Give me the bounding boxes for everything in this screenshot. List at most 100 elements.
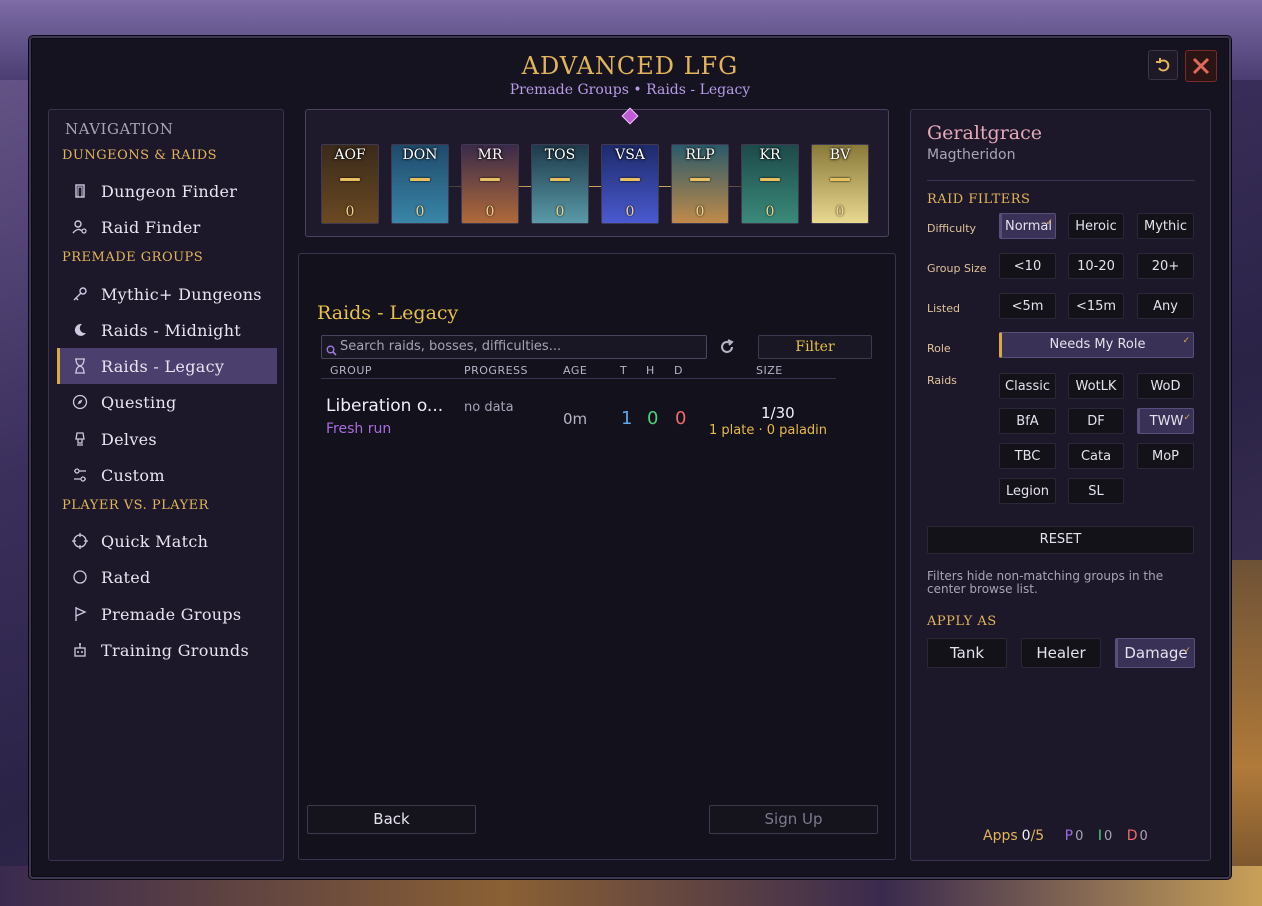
raid-tile-count: 0 [485, 204, 495, 220]
window-subtitle: Premade Groups • Raids - Legacy [509, 82, 751, 98]
nav-item-raid-finder[interactable]: Raid Finder [57, 209, 277, 245]
column-header-age: AGE [563, 364, 588, 377]
group-size-option-lt10[interactable]: <10 [999, 253, 1056, 279]
table-row[interactable]: Liberation o... Fresh run no data 0m 1 0… [321, 390, 841, 446]
group-size-label: Group Size [927, 262, 987, 275]
nav-item-label: Delves [101, 429, 157, 449]
raid-option-tbc[interactable]: TBC [999, 443, 1056, 469]
apply-as-tank-button[interactable]: Tank [927, 638, 1007, 668]
refresh-button[interactable] [717, 337, 737, 357]
nav-item-raids-legacy[interactable]: Raids - Legacy [57, 348, 277, 384]
nav-item-label: Rated [101, 567, 151, 587]
raid-tile-count: 0 [765, 204, 775, 220]
difficulty-option-heroic[interactable]: Heroic [1068, 213, 1124, 239]
sign-up-button[interactable]: Sign Up [709, 805, 878, 834]
nav-section-pvp: PLAYER VS. PLAYER [62, 498, 209, 513]
raid-tile-abbr: TOS [544, 147, 576, 163]
raid-option-sl[interactable]: SL [1068, 478, 1124, 504]
listed-option-lt5m[interactable]: <5m [999, 293, 1056, 319]
gem-ornament-icon [621, 107, 639, 125]
raid-tile[interactable]: VSA 0 [601, 144, 659, 224]
raid-tile-count: 0 [345, 204, 355, 220]
nav-heading: NAVIGATION [65, 120, 174, 138]
raid-option-df[interactable]: DF [1068, 408, 1124, 434]
apply-as-healer-button[interactable]: Healer [1021, 638, 1101, 668]
apps-i-label: I [1097, 828, 1102, 844]
raid-option-tww[interactable]: TWW ✓ [1137, 408, 1194, 434]
group-composition: 1 plate · 0 paladin [709, 423, 828, 438]
listed-option-lt15m[interactable]: <15m [1068, 293, 1124, 319]
raid-option-legion[interactable]: Legion [999, 478, 1056, 504]
raid-tile-abbr: BV [829, 147, 851, 163]
raid-tile[interactable]: MR 0 [461, 144, 519, 224]
raid-tile[interactable]: DON 0 [391, 144, 449, 224]
raid-option-cata[interactable]: Cata [1068, 443, 1124, 469]
crosshair-icon [71, 532, 89, 550]
raid-tile[interactable]: AOF 0 [321, 144, 379, 224]
group-size: 1/30 [761, 404, 795, 422]
nav-item-dungeon-finder[interactable]: Dungeon Finder [57, 173, 277, 209]
nav-item-custom[interactable]: Custom [57, 457, 277, 493]
undo-icon [1156, 58, 1170, 72]
nav-item-delves[interactable]: Delves [57, 421, 277, 457]
raid-option-wod[interactable]: WoD [1137, 373, 1194, 399]
difficulty-option-mythic[interactable]: Mythic [1137, 213, 1194, 239]
nav-item-premade-groups[interactable]: Premade Groups [57, 596, 277, 632]
nav-item-questing[interactable]: Questing [57, 384, 277, 420]
nav-item-training-grounds[interactable]: Training Grounds [57, 632, 277, 668]
window-title: ADVANCED LFG [521, 52, 739, 80]
raid-tile-abbr: KR [759, 147, 781, 163]
raid-option-mop[interactable]: MoP [1137, 443, 1194, 469]
filter-button[interactable]: Filter [758, 335, 872, 359]
flag-icon [71, 605, 89, 623]
nav-item-raids-midnight[interactable]: Raids - Midnight [57, 312, 277, 348]
undo-button[interactable] [1148, 50, 1178, 80]
raid-tile-progress-bar [690, 178, 710, 181]
check-icon: ✓ [1183, 413, 1191, 423]
raid-option-wotlk[interactable]: WotLK [1068, 373, 1124, 399]
raid-tile-progress-bar [620, 178, 640, 181]
raid-tile[interactable]: RLP 0 [671, 144, 729, 224]
apps-d-value: 0 [1139, 829, 1148, 844]
group-progress: no data [464, 400, 514, 415]
nav-item-quick-match[interactable]: Quick Match [57, 523, 277, 559]
listed-option-any[interactable]: Any [1137, 293, 1194, 319]
difficulty-option-normal[interactable]: Normal ✓ [999, 213, 1056, 239]
raid-tile[interactable]: TOS 0 [531, 144, 589, 224]
group-tank-count: 1 [621, 408, 633, 429]
raid-tile[interactable]: BV 0 [811, 144, 869, 224]
raid-option-classic[interactable]: Classic [999, 373, 1056, 399]
apply-as-heading: APPLY AS [927, 614, 997, 629]
back-button[interactable]: Back [307, 805, 476, 834]
lamp-icon [71, 430, 89, 448]
nav-item-rated[interactable]: Rated [57, 559, 277, 595]
apply-as-damage-button[interactable]: Damage ✓ [1115, 638, 1195, 668]
group-size-option-10-20[interactable]: 10-20 [1068, 253, 1124, 279]
raid-option-bfa[interactable]: BfA [999, 408, 1056, 434]
column-header-group: GROUP [330, 364, 373, 377]
search-icon [326, 341, 337, 360]
raid-tile[interactable]: KR 0 [741, 144, 799, 224]
divider [927, 180, 1195, 181]
group-description: Fresh run [326, 421, 392, 437]
raid-tile-progress-bar [480, 178, 500, 181]
raid-tile-count: 0 [835, 204, 845, 220]
apps-p-label: P [1064, 828, 1074, 844]
sliders-icon [71, 466, 89, 484]
character-realm: Magtheridon [927, 147, 1016, 163]
apps-max: /5 [1030, 828, 1045, 844]
hourglass-icon [71, 357, 89, 375]
close-button[interactable] [1185, 50, 1217, 82]
search-box [321, 335, 707, 359]
nav-item-label: Questing [101, 392, 177, 412]
group-size-option-20plus[interactable]: 20+ [1137, 253, 1194, 279]
reset-button[interactable]: RESET [927, 526, 1194, 554]
role-dropdown[interactable]: Needs My Role ✓ [999, 332, 1194, 358]
apps-p-value: 0 [1075, 829, 1084, 844]
raid-tile-progress-bar [410, 178, 430, 181]
search-input[interactable] [340, 336, 700, 356]
raid-tile-abbr: AOF [334, 147, 366, 163]
nav-item-mythic-dungeons[interactable]: Mythic+ Dungeons [57, 276, 277, 312]
apps-d-label: D [1126, 828, 1138, 844]
nav-item-label: Raids - Legacy [101, 356, 225, 376]
